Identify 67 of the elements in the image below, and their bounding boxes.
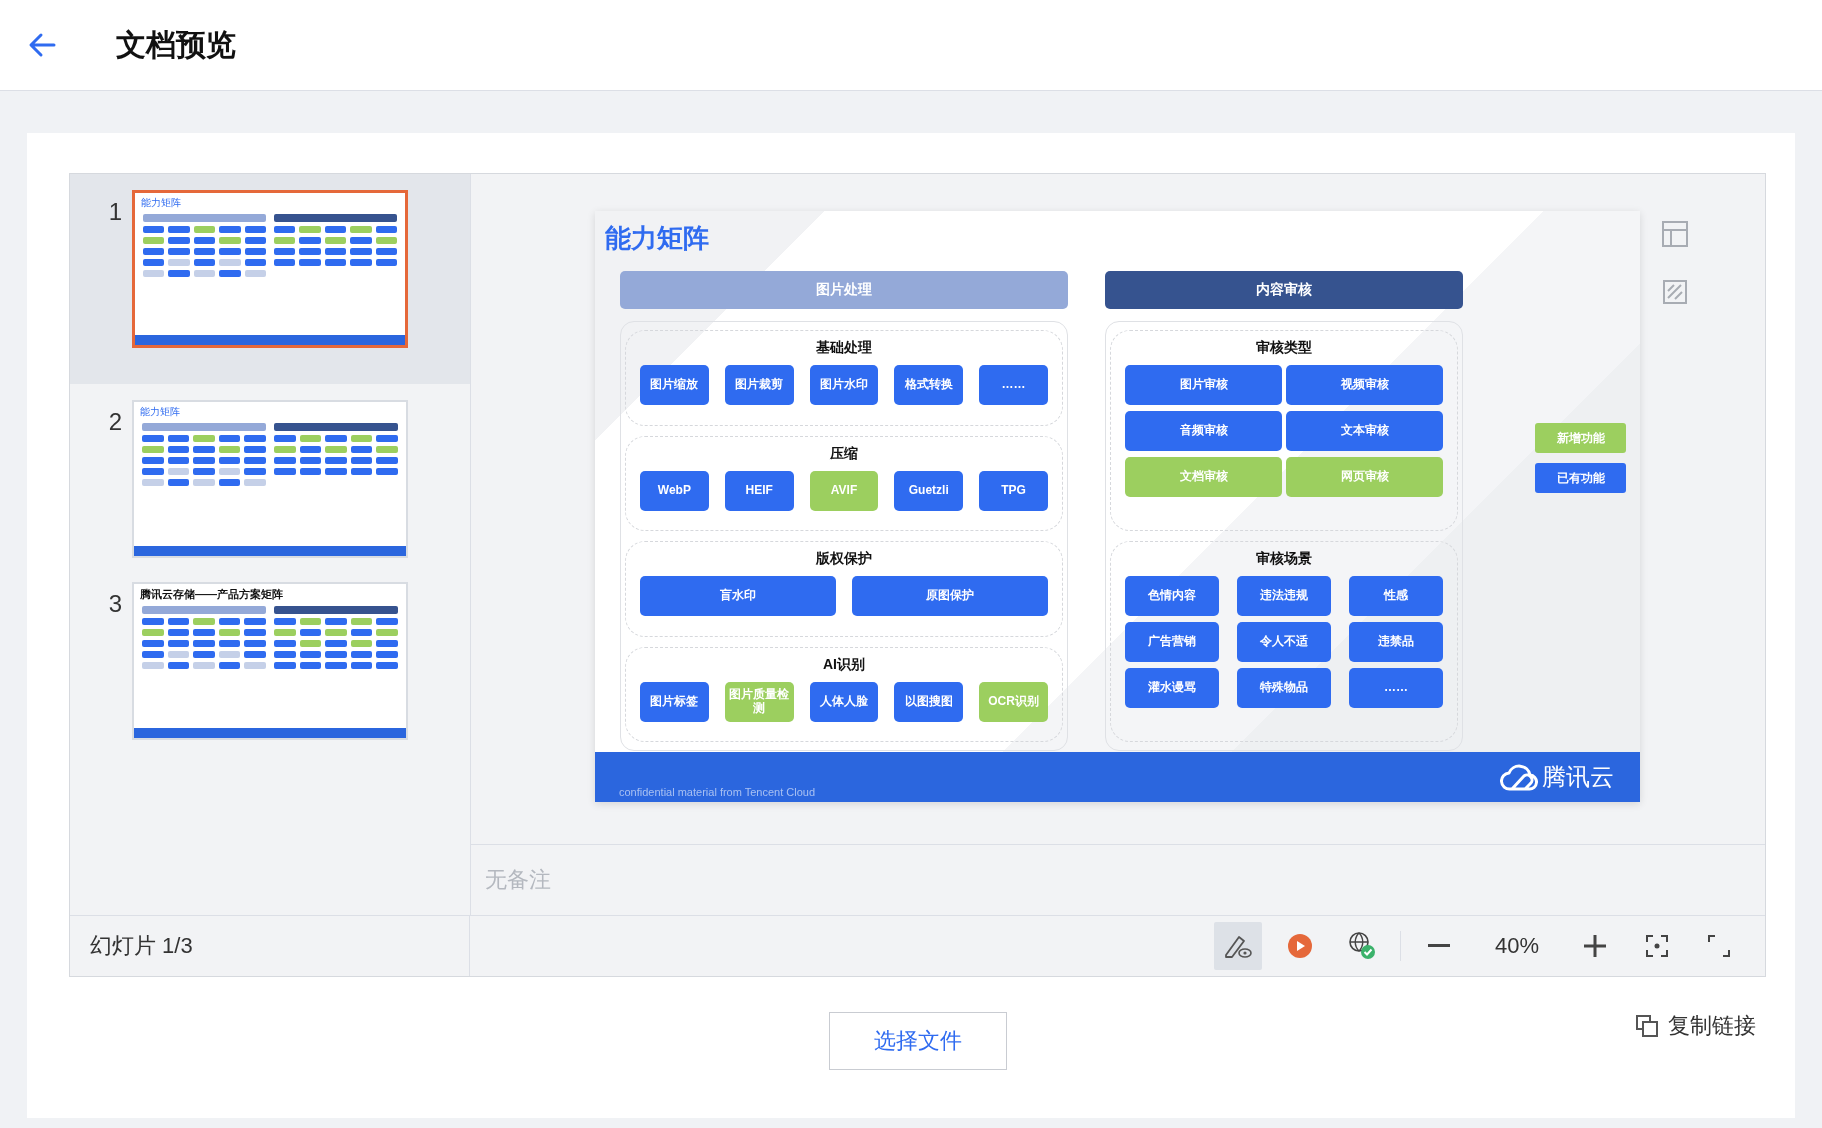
slide-number: 2	[107, 408, 122, 436]
slide-number: 3	[107, 590, 122, 618]
feature-block: 盲水印	[640, 576, 836, 616]
column-heading: 图片处理	[620, 271, 1068, 309]
feature-block: 图片审核	[1125, 365, 1282, 405]
thumbnail-title: 能力矩阵	[140, 196, 182, 210]
feature-block: 人体人脸	[809, 681, 879, 722]
play-icon	[1287, 933, 1313, 959]
feature-block: OCR识别	[979, 681, 1048, 722]
slide-number: 1	[107, 198, 122, 226]
minus-icon	[1428, 944, 1450, 948]
feature-block: AVIF	[809, 470, 879, 511]
copy-link-button[interactable]: 复制链接	[1636, 1011, 1756, 1041]
page-title: 文档预览	[116, 26, 236, 63]
logo-text: 腾讯云	[1542, 762, 1614, 792]
feature-block: 广告营销	[1125, 622, 1219, 662]
legend-item: 新增功能	[1535, 423, 1626, 453]
thumbnail-title: 能力矩阵	[139, 405, 181, 419]
feature-block: 图片缩放	[640, 365, 709, 405]
feature-block: 网页审核	[1286, 457, 1443, 497]
group-title: 审核场景	[1256, 550, 1312, 568]
legend-item: 已有功能	[1535, 463, 1626, 493]
feature-block: Guetzli	[894, 470, 964, 511]
slide-thumbnail[interactable]: 能力矩阵	[132, 400, 408, 558]
feature-block: ……	[1349, 668, 1443, 708]
feature-block: 图片裁剪	[724, 365, 794, 405]
slide-title: 能力矩阵	[604, 222, 710, 255]
thumbnail-title: 腾讯云存储——产品方案矩阵	[139, 587, 284, 602]
group-title: 基础处理	[816, 339, 872, 357]
choose-file-button[interactable]: 选择文件	[828, 1011, 1007, 1070]
feature-block: 视频审核	[1286, 365, 1443, 405]
feature-block: 图片标签	[640, 681, 709, 722]
feature-block: 特殊物品	[1237, 668, 1331, 708]
feature-block: 违禁品	[1349, 622, 1443, 662]
feature-block: 音频审核	[1125, 411, 1282, 451]
column-heading: 内容审核	[1105, 271, 1463, 309]
feature-block: 文档审核	[1125, 457, 1282, 497]
feature-block: TPG	[979, 470, 1048, 511]
feature-block: 违法违规	[1237, 576, 1331, 616]
notes-text: 无备注	[471, 844, 1765, 915]
feature-block: WebP	[640, 470, 709, 511]
feature-block: 文本审核	[1286, 411, 1443, 451]
group-title: 压缩	[830, 444, 858, 463]
slide-thumbnail[interactable]: 能力矩阵	[132, 190, 408, 348]
pen-eye-icon	[1223, 933, 1253, 959]
feature-block: ……	[979, 365, 1048, 405]
copy-icon	[1636, 1015, 1658, 1037]
feature-block: 令人不适	[1237, 622, 1331, 662]
slide-thumbnail[interactable]: 腾讯云存储——产品方案矩阵	[132, 582, 408, 740]
group-title: 版权保护	[816, 550, 872, 568]
confidential-note: confidential material from Tencent Cloud	[619, 786, 816, 800]
slide-counter: 幻灯片 1/3	[70, 916, 470, 976]
feature-block: 格式转换	[894, 365, 964, 405]
annotate-button[interactable]	[1214, 922, 1262, 970]
feature-block: 图片水印	[809, 365, 879, 405]
feature-block: 图片质量检测	[724, 681, 794, 722]
cloud-logo-icon	[1500, 763, 1538, 791]
feature-block: 原图保护	[852, 576, 1048, 616]
plus-icon	[1584, 935, 1606, 957]
feature-block: 灌水谩骂	[1125, 668, 1219, 708]
group-title: AI识别	[823, 655, 865, 674]
feature-block: 色情内容	[1125, 576, 1219, 616]
feature-block: HEIF	[724, 470, 794, 511]
feature-block: 性感	[1349, 576, 1443, 616]
group-title: 审核类型	[1256, 339, 1312, 357]
feature-block: 以图搜图	[894, 681, 964, 722]
zoom-level: 40%	[1493, 933, 1540, 959]
